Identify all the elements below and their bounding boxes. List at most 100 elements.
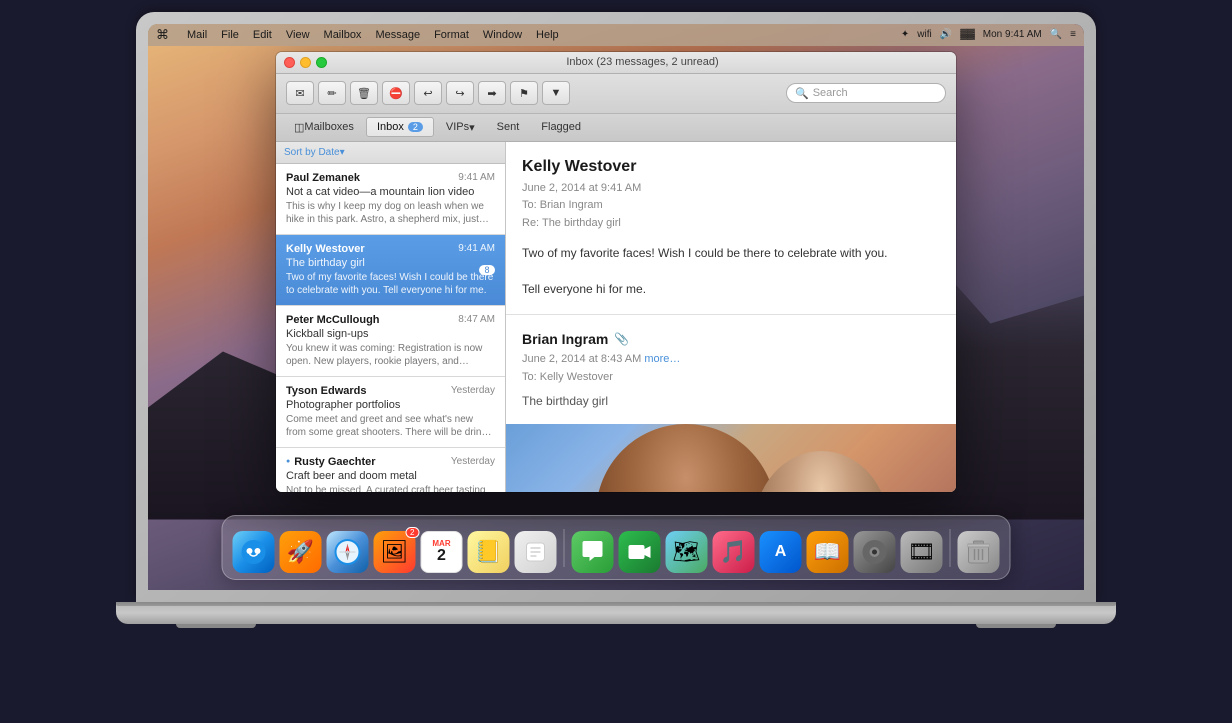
menubar: ⌘ Mail File Edit View Mailbox Message Fo… — [148, 24, 1084, 46]
dock-item-facetime[interactable] — [619, 531, 661, 573]
compose-button[interactable]: ✉ — [286, 81, 314, 105]
email-subject-2: The birthday girl — [522, 394, 940, 408]
menubar-list-icon[interactable]: ≡ — [1070, 29, 1076, 40]
write-button[interactable]: ✏ — [318, 81, 346, 105]
menubar-bluetooth-icon: ✦ — [901, 29, 909, 40]
email-meta: June 2, 2014 at 9:41 AM To: Brian Ingram… — [522, 180, 940, 233]
dock-item-photos[interactable]: 🖼 2 — [374, 531, 416, 573]
menu-message[interactable]: Message — [375, 29, 420, 41]
tab-inbox[interactable]: Inbox 2 — [366, 117, 434, 137]
menu-window[interactable]: Window — [483, 29, 522, 41]
junk-button[interactable]: ⛔ — [382, 81, 410, 105]
dock-item-calendar[interactable]: MAR 2 — [421, 531, 463, 573]
delete-button[interactable]: 🗑 — [350, 81, 378, 105]
macbook-foot-left — [176, 624, 256, 628]
menubar-search-icon[interactable]: 🔍 — [1050, 29, 1062, 40]
dock-item-reminders[interactable] — [515, 531, 557, 573]
search-box[interactable]: 🔍 Search — [786, 83, 946, 103]
menubar-battery-icon: ▓▓ — [960, 29, 975, 40]
sort-dropdown[interactable]: ▾ — [340, 147, 345, 158]
menubar-left: ⌘ Mail File Edit View Mailbox Message Fo… — [156, 27, 559, 43]
email-body-line2: Tell everyone hi for me. — [522, 280, 940, 298]
minimize-button[interactable] — [300, 57, 311, 68]
menu-view[interactable]: View — [286, 29, 310, 41]
list-item[interactable]: Paul Zemanek 9:41 AM Not a cat video—a m… — [276, 164, 505, 235]
email-detail-1: Kelly Westover June 2, 2014 at 9:41 AM T… — [506, 142, 956, 316]
msg-preview: You knew it was coming: Registration is … — [286, 342, 495, 368]
msg-header: Kelly Westover 9:41 AM — [286, 243, 495, 255]
traffic-lights — [284, 57, 327, 68]
tab-vips[interactable]: VIPs ▾ — [436, 117, 485, 137]
flag-button[interactable]: ⚑ — [510, 81, 538, 105]
dock-item-launchpad[interactable]: 🚀 — [280, 531, 322, 573]
menu-mail[interactable]: Mail — [187, 29, 207, 41]
tab-sent[interactable]: Sent — [487, 117, 530, 137]
tab-mailboxes-icon: ◫ — [294, 121, 304, 134]
vips-dropdown-icon: ▾ — [469, 121, 475, 134]
dock: 🚀 🖼 2 — [222, 515, 1011, 580]
list-item[interactable]: Kelly Westover 9:41 AM The birthday girl… — [276, 235, 505, 306]
msg-subject: Photographer portfolios — [286, 399, 495, 411]
macbook: ⌘ Mail File Edit View Mailbox Message Fo… — [66, 12, 1166, 712]
email-from-2: Brian Ingram 📎 — [522, 331, 940, 347]
dock-item-trash[interactable] — [958, 531, 1000, 573]
close-button[interactable] — [284, 57, 295, 68]
photos-badge: 2 — [405, 527, 419, 538]
email-photo — [506, 424, 956, 491]
forward-button[interactable]: ➡ — [478, 81, 506, 105]
dock-item-finder[interactable] — [233, 531, 275, 573]
msg-header: Peter McCullough 8:47 AM — [286, 314, 495, 326]
msg-subject: The birthday girl — [286, 257, 495, 269]
list-item[interactable]: Rusty Gaechter Yesterday Craft beer and … — [276, 448, 505, 492]
menu-file[interactable]: File — [221, 29, 239, 41]
msg-badge: 8 — [479, 265, 495, 275]
more-button[interactable]: ▼ — [542, 81, 570, 105]
reply-button[interactable]: ↩ — [414, 81, 442, 105]
more-link[interactable]: more… — [644, 353, 680, 365]
tab-mailboxes[interactable]: ◫ Mailboxes — [284, 117, 364, 137]
email-meta-2: June 2, 2014 at 8:43 AM more… To: Kelly … — [522, 351, 940, 386]
maximize-button[interactable] — [316, 57, 327, 68]
menubar-volume-icon: 🔊 — [940, 29, 952, 40]
menu-mailbox[interactable]: Mailbox — [324, 29, 362, 41]
menu-help[interactable]: Help — [536, 29, 559, 41]
dock-item-photos2[interactable]: 🎞 — [901, 531, 943, 573]
dock-item-messages[interactable] — [572, 531, 614, 573]
apple-menu[interactable]: ⌘ — [156, 27, 169, 43]
toolbar: ✉ ✏ 🗑 ⛔ ↩ ↪ ➡ ⚑ ▼ 🔍 Search — [276, 74, 956, 114]
dock-item-syspref[interactable] — [854, 531, 896, 573]
search-icon: 🔍 — [795, 87, 809, 100]
dock-item-maps[interactable]: 🗺 — [666, 531, 708, 573]
tab-flagged[interactable]: Flagged — [531, 117, 591, 137]
dock-item-safari[interactable] — [327, 531, 369, 573]
macbook-lid: ⌘ Mail File Edit View Mailbox Message Fo… — [136, 12, 1096, 602]
desktop: ⌘ Mail File Edit View Mailbox Message Fo… — [148, 24, 1084, 590]
dock-item-appstore[interactable]: A — [760, 531, 802, 573]
msg-subject: Kickball sign-ups — [286, 328, 495, 340]
msg-sender: Peter McCullough — [286, 314, 380, 326]
dock-separator-2 — [950, 529, 951, 567]
dock-separator — [564, 529, 565, 567]
dock-item-ibooks[interactable]: 📖 — [807, 531, 849, 573]
tabs-bar: ◫ Mailboxes Inbox 2 VIPs ▾ Sent — [276, 114, 956, 142]
msg-time: Yesterday — [451, 385, 495, 396]
sort-label: Sort by Date — [284, 147, 340, 158]
message-list: Sort by Date ▾ Paul Zemanek 9:41 AM Not … — [276, 142, 506, 492]
dock-item-itunes[interactable]: 🎵 — [713, 531, 755, 573]
menu-edit[interactable]: Edit — [253, 29, 272, 41]
reply-all-button[interactable]: ↪ — [446, 81, 474, 105]
macbook-base — [116, 602, 1116, 624]
msg-sender: Paul Zemanek — [286, 172, 360, 184]
email-detail-2: Brian Ingram 📎 June 2, 2014 at 8:43 AM m… — [506, 315, 956, 424]
msg-time: Yesterday — [451, 456, 495, 467]
msg-subject: Not a cat video—a mountain lion video — [286, 186, 495, 198]
email2-to: To: Kelly Westover — [522, 371, 613, 383]
list-item[interactable]: Tyson Edwards Yesterday Photographer por… — [276, 377, 505, 448]
list-item[interactable]: Peter McCullough 8:47 AM Kickball sign-u… — [276, 306, 505, 377]
email-from: Kelly Westover — [522, 158, 940, 176]
msg-preview: Two of my favorite faces! Wish I could b… — [286, 271, 495, 297]
dock-item-notes[interactable]: 📒 — [468, 531, 510, 573]
menu-format[interactable]: Format — [434, 29, 469, 41]
msg-header: Paul Zemanek 9:41 AM — [286, 172, 495, 184]
msg-time: 9:41 AM — [458, 243, 495, 254]
